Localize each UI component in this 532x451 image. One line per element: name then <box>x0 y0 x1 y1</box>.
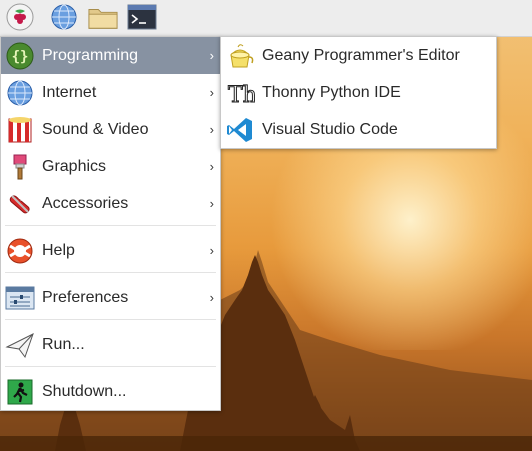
menu-item-label: Shutdown... <box>42 382 127 400</box>
menu-item-label: Programming <box>42 46 139 64</box>
menu-item-label: Accessories <box>42 194 129 212</box>
menu-item-programming[interactable]: {} Programming › <box>1 37 220 74</box>
menu-separator <box>5 319 216 320</box>
submenu-item-label: Geany Programmer's Editor <box>262 46 460 64</box>
file-manager-button[interactable] <box>88 2 118 32</box>
menu-item-internet[interactable]: Internet › <box>1 74 220 111</box>
svg-text:{}: {} <box>12 49 29 65</box>
menu-item-sound-video[interactable]: Sound & Video › <box>1 111 220 148</box>
applications-menu: {} Programming › Internet › Sound & Vide… <box>0 36 221 411</box>
submenu-item-label: Thonny Python IDE <box>262 83 401 101</box>
submenu-item-vscode[interactable]: Visual Studio Code <box>221 111 496 148</box>
browser-button[interactable] <box>49 2 79 32</box>
submenu-arrow-icon: › <box>209 48 214 63</box>
sound-video-icon <box>5 115 35 145</box>
svg-text:Th: Th <box>228 83 255 108</box>
menu-item-accessories[interactable]: + Accessories › <box>1 185 220 222</box>
help-icon <box>5 236 35 266</box>
menu-separator <box>5 225 216 226</box>
programming-icon: {} <box>5 41 35 71</box>
menu-item-run[interactable]: Run... <box>1 326 220 363</box>
terminal-button[interactable] <box>127 2 157 32</box>
raspberry-icon <box>6 3 34 31</box>
menu-item-label: Run... <box>42 335 85 353</box>
submenu-arrow-icon: › <box>209 290 214 305</box>
submenu-item-label: Visual Studio Code <box>262 120 398 138</box>
terminal-icon <box>127 4 157 30</box>
submenu-item-thonny[interactable]: Th Thonny Python IDE <box>221 74 496 111</box>
programming-submenu: Geany Programmer's Editor Th Thonny Pyth… <box>220 36 497 149</box>
menu-item-label: Sound & Video <box>42 120 149 138</box>
accessories-icon: + <box>5 189 35 219</box>
menu-item-graphics[interactable]: Graphics › <box>1 148 220 185</box>
submenu-arrow-icon: › <box>209 196 214 211</box>
shutdown-icon <box>5 377 35 407</box>
menu-separator <box>5 272 216 273</box>
submenu-item-geany[interactable]: Geany Programmer's Editor <box>221 37 496 74</box>
svg-text:+: + <box>18 195 24 203</box>
graphics-icon <box>5 152 35 182</box>
menu-item-shutdown[interactable]: Shutdown... <box>1 373 220 410</box>
submenu-arrow-icon: › <box>209 85 214 100</box>
menu-item-help[interactable]: Help › <box>1 232 220 269</box>
taskbar <box>0 0 532 37</box>
submenu-arrow-icon: › <box>209 122 214 137</box>
vscode-icon <box>225 115 255 145</box>
folder-icon <box>88 9 118 29</box>
menu-item-label: Internet <box>42 83 97 101</box>
globe-icon <box>51 4 77 30</box>
menu-item-label: Preferences <box>42 288 129 306</box>
menu-item-label: Graphics <box>42 157 107 175</box>
menu-item-label: Help <box>42 241 75 259</box>
run-icon <box>5 330 35 360</box>
internet-icon <box>5 78 35 108</box>
menu-separator <box>5 366 216 367</box>
menu-item-preferences[interactable]: Preferences › <box>1 279 220 316</box>
geany-icon <box>225 41 255 71</box>
menu-button[interactable] <box>5 2 35 32</box>
submenu-arrow-icon: › <box>209 243 214 258</box>
thonny-icon: Th <box>225 78 256 108</box>
preferences-icon <box>5 283 35 313</box>
submenu-arrow-icon: › <box>209 159 214 174</box>
